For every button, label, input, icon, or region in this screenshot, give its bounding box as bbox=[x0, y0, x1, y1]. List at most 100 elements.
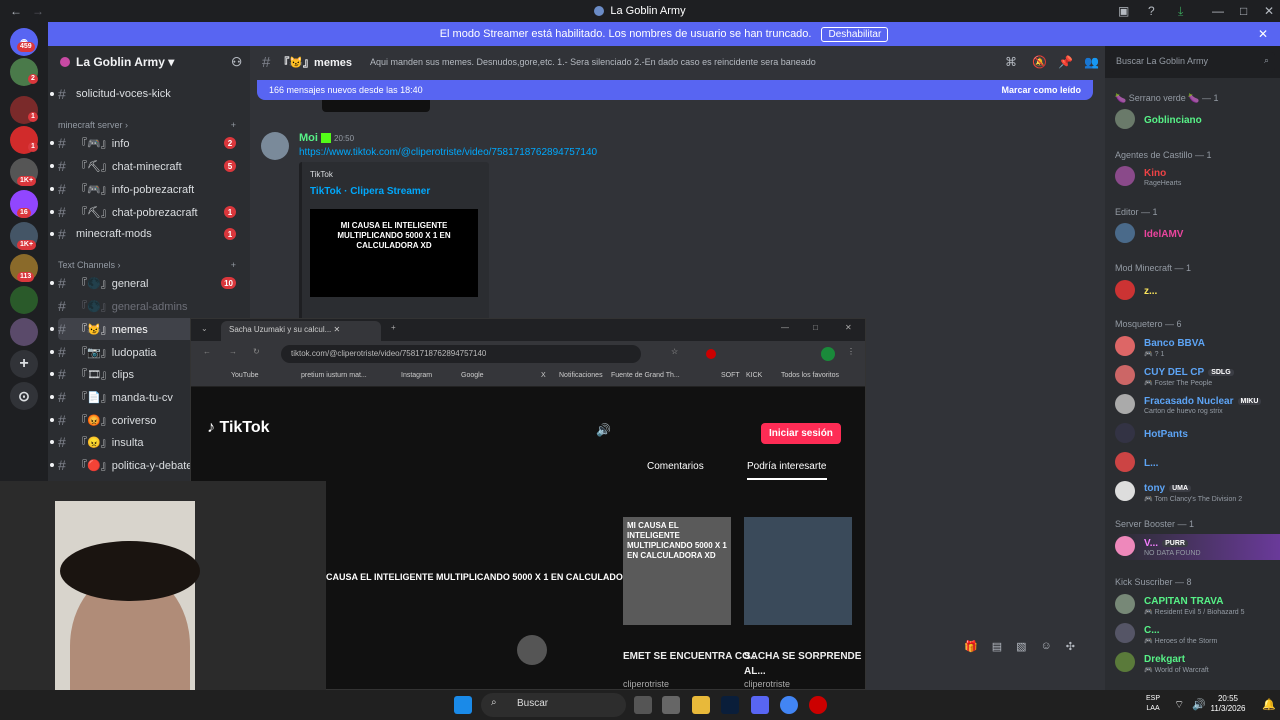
channel-item[interactable]: # 『🎮』info 2 bbox=[50, 132, 246, 154]
avatar[interactable] bbox=[261, 132, 289, 160]
task-view-icon[interactable] bbox=[634, 696, 652, 714]
back-icon[interactable]: ← bbox=[203, 347, 211, 356]
member-item[interactable]: IdelAMV bbox=[1115, 221, 1280, 247]
bookmark-item[interactable]: SOFT bbox=[721, 372, 740, 379]
channel-solicitud[interactable]: # solicitud-voces-kick bbox=[50, 83, 246, 105]
search-input[interactable]: Buscar La Goblin Army ⌕ bbox=[1110, 52, 1275, 72]
message-author[interactable]: Moi bbox=[299, 132, 332, 144]
bookmark-star-icon[interactable]: ☆ bbox=[671, 347, 678, 356]
gift-icon[interactable]: 🎁 bbox=[964, 640, 978, 658]
new-tab-icon[interactable]: + bbox=[391, 323, 396, 332]
channel-item[interactable]: # 『⛏』chat-minecraft 5 bbox=[50, 155, 246, 177]
guild-icon[interactable] bbox=[10, 286, 38, 314]
taskbar-search[interactable]: ⌕ Buscar bbox=[481, 693, 626, 717]
windows-start-icon[interactable] bbox=[454, 696, 472, 714]
clock[interactable]: 20:55 11/3/2026 bbox=[1206, 694, 1250, 714]
member-item[interactable]: Kino RageHearts bbox=[1115, 164, 1280, 190]
close-icon[interactable]: ✕ bbox=[1264, 4, 1274, 18]
menu-icon[interactable]: ⋮ bbox=[847, 347, 855, 356]
photoshop-icon[interactable] bbox=[721, 696, 739, 714]
bookmark-item[interactable]: Google bbox=[461, 372, 484, 379]
pin-icon[interactable]: 📌 bbox=[1058, 55, 1073, 69]
video-title[interactable]: EMET SE ENCUENTRA CO... bbox=[623, 649, 758, 664]
obs-icon[interactable] bbox=[809, 696, 827, 714]
member-item[interactable]: CAPITAN TRAVA 🎮 Resident Evil 5 / Biohaza… bbox=[1115, 592, 1280, 618]
member-item[interactable]: Banco BBVA 🎮 ? 1 bbox=[1115, 334, 1280, 360]
discord-icon[interactable] bbox=[751, 696, 769, 714]
gif-icon[interactable]: ▤ bbox=[992, 640, 1002, 658]
video-thumbnail[interactable] bbox=[744, 517, 852, 625]
profile-icon[interactable] bbox=[821, 347, 835, 361]
member-item[interactable]: CUY DEL CP SDLG 🎮 Foster The People bbox=[1115, 363, 1280, 389]
video-thumbnail[interactable]: MI CAUSA EL INTELIGENTE MULTIPLICANDO 50… bbox=[623, 517, 731, 625]
tab-close-icon[interactable]: ✕ bbox=[334, 325, 341, 334]
sticker-icon[interactable]: ▧ bbox=[1016, 640, 1026, 658]
network-icon[interactable]: ⌔ bbox=[1174, 698, 1184, 712]
volume-icon[interactable]: 🔊 bbox=[596, 423, 611, 437]
tab-comments[interactable]: Comentarios bbox=[647, 461, 704, 472]
new-messages-bar[interactable]: 166 mensajes nuevos desde las 18:40 Marc… bbox=[257, 80, 1093, 100]
members-icon[interactable]: 👥 bbox=[1084, 55, 1099, 69]
download-icon[interactable]: ⤓ bbox=[1178, 4, 1183, 19]
add-channel-icon[interactable]: + bbox=[231, 120, 236, 130]
embed-image[interactable]: MI CAUSA EL INTELIGENTE MULTIPLICANDO 50… bbox=[310, 209, 478, 297]
maximize-icon[interactable]: □ bbox=[813, 323, 818, 332]
member-item[interactable]: Goblinciano bbox=[1115, 107, 1280, 133]
creator-avatar[interactable] bbox=[517, 635, 547, 665]
chrome-icon[interactable] bbox=[780, 696, 798, 714]
member-item[interactable]: tony UMA 🎮 Tom Clancy's The Division 2 bbox=[1115, 479, 1280, 505]
mute-icon[interactable]: 🔕 bbox=[1032, 55, 1047, 69]
video-author[interactable]: cliperotriste bbox=[744, 679, 790, 689]
video-author[interactable]: cliperotriste bbox=[623, 679, 669, 689]
close-icon[interactable]: ✕ bbox=[845, 323, 852, 332]
bookmark-item[interactable]: pretium iusturn mat... bbox=[301, 372, 367, 379]
category-minecraft[interactable]: minecraft server › + bbox=[58, 120, 236, 130]
channel-item[interactable]: # 『🌑』general-admins bbox=[58, 295, 246, 317]
channel-item[interactable]: # minecraft-mods 1 bbox=[50, 223, 246, 245]
language-indicator[interactable]: ESP LAA bbox=[1146, 694, 1160, 714]
inbox-icon[interactable]: ▣ bbox=[1118, 4, 1129, 18]
bookmark-item[interactable]: Fuente de Grand Th... bbox=[611, 372, 680, 379]
bookmark-item[interactable]: KICK bbox=[746, 372, 762, 379]
member-item[interactable]: z... bbox=[1115, 278, 1280, 304]
minimize-icon[interactable]: — bbox=[1212, 4, 1224, 18]
add-server-icon[interactable]: + bbox=[10, 350, 38, 378]
add-member-icon[interactable]: ⚇ bbox=[231, 55, 242, 69]
discover-icon[interactable]: ⊙ bbox=[10, 382, 38, 410]
member-item[interactable]: L... bbox=[1115, 450, 1280, 476]
tab-menu-icon[interactable]: ⌄ bbox=[201, 324, 208, 333]
guild-icon[interactable] bbox=[10, 318, 38, 346]
bookmark-item[interactable]: Instagram bbox=[401, 372, 432, 379]
url-input[interactable]: tiktok.com/@cliperotriste/video/75817187… bbox=[281, 345, 641, 363]
volume-icon[interactable]: 🔊 bbox=[1192, 698, 1206, 711]
browser-tab[interactable]: Sacha Uzumaki y su calcul... ✕ bbox=[221, 321, 381, 341]
file-explorer-icon[interactable] bbox=[692, 696, 710, 714]
minimize-icon[interactable]: — bbox=[781, 323, 789, 332]
server-header[interactable]: La Goblin Army ▾ ⚇ bbox=[48, 46, 250, 78]
bookmark-item[interactable]: X bbox=[541, 372, 546, 379]
bookmark-item[interactable]: Todos los favoritos bbox=[781, 372, 839, 379]
mark-read-button[interactable]: Marcar como leído bbox=[1001, 85, 1081, 95]
forward-icon[interactable]: → bbox=[229, 347, 237, 356]
member-item[interactable]: V... PURR NO DATA FOUND bbox=[1115, 534, 1280, 560]
forward-arrow-icon[interactable]: → bbox=[32, 4, 44, 18]
apps-icon[interactable]: ✣ bbox=[1066, 640, 1075, 658]
add-channel-icon[interactable]: + bbox=[231, 260, 236, 270]
member-item[interactable]: C... 🎮 Heroes of the Storm bbox=[1115, 621, 1280, 647]
embed-title[interactable]: TikTok · Clipera Streamer bbox=[310, 186, 430, 197]
category-text-channels[interactable]: Text Channels › + bbox=[58, 260, 236, 270]
maximize-icon[interactable]: □ bbox=[1240, 4, 1247, 18]
help-icon[interactable]: ? bbox=[1148, 4, 1155, 18]
tab-recommended[interactable]: Podría interesarte bbox=[747, 461, 827, 480]
channel-topic[interactable]: Aqui manden sus memes. Desnudos,gore,etc… bbox=[370, 57, 816, 67]
channel-item[interactable]: # 『⛏』chat-pobrezacraft 1 bbox=[50, 201, 246, 223]
message-link[interactable]: https://www.tiktok.com/@cliperotriste/vi… bbox=[299, 147, 597, 158]
reload-icon[interactable]: ↻ bbox=[253, 347, 260, 356]
channel-item[interactable]: # 『🎮』info-pobrezacraft bbox=[50, 178, 246, 200]
member-item[interactable]: Fracasado Nuclear MIKU Carton de huevo rog… bbox=[1115, 392, 1280, 418]
back-arrow-icon[interactable]: ← bbox=[10, 4, 22, 18]
notifications-icon[interactable]: 🔔 bbox=[1262, 698, 1276, 711]
tiktok-logo[interactable]: ♪ TikTok bbox=[207, 419, 270, 437]
threads-icon[interactable]: ⌘ bbox=[1005, 55, 1017, 69]
disable-streamer-button[interactable]: Deshabilitar bbox=[821, 26, 889, 42]
